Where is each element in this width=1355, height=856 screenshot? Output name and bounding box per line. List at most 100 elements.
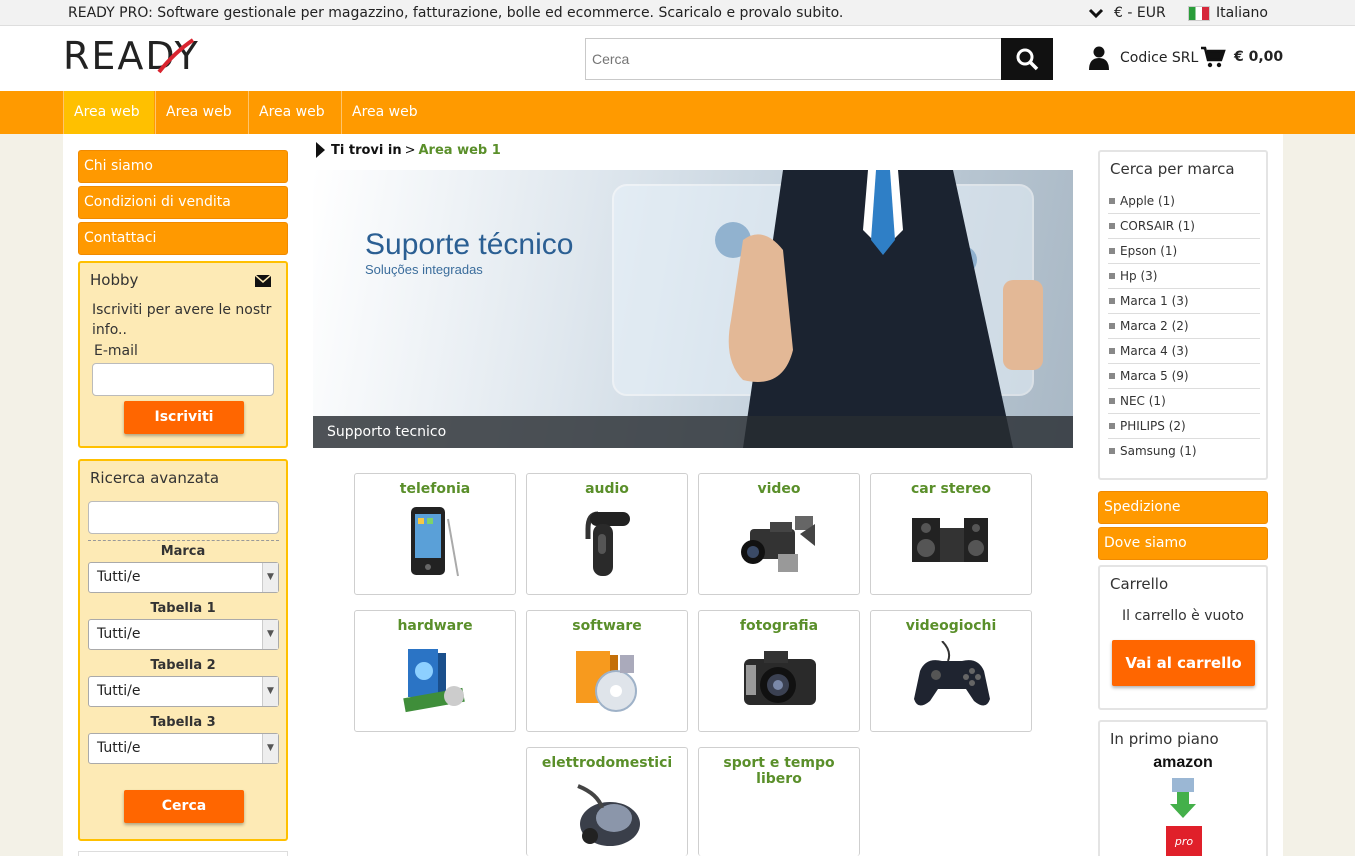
breadcrumb-current[interactable]: Area web 1 — [418, 143, 500, 158]
category-car-stereo[interactable]: car stereo — [870, 473, 1032, 595]
category-hardware[interactable]: hardware — [354, 610, 516, 732]
logo-swoosh-icon — [157, 38, 195, 74]
cart-icon — [1201, 46, 1226, 68]
logo[interactable]: READY — [63, 34, 200, 78]
category-label: elettrodomestici — [541, 755, 673, 771]
sidebar-link-contattaci[interactable]: Contattaci — [78, 222, 288, 255]
advanced-search-box: Ricerca avanzata Marca Tutti/e ▼ Tabella … — [78, 459, 288, 841]
category-video[interactable]: video — [698, 473, 860, 595]
cart-empty-text: Il carrello è vuoto — [1122, 608, 1244, 624]
category-telefonia[interactable]: telefonia — [354, 473, 516, 595]
brand-link[interactable]: Samsung (1) — [1108, 439, 1260, 464]
amazon-logo[interactable]: amazon — [1100, 754, 1266, 772]
brands-box: Cerca per marca Apple (1) CORSAIR (1) Ep… — [1098, 150, 1268, 480]
category-sport-tempo-libero[interactable]: sport e tempo libero — [698, 747, 860, 856]
sidebar-link-dove-siamo[interactable]: Dove siamo — [1098, 527, 1268, 560]
language-label: Italiano — [1216, 5, 1268, 21]
filter-value-marca: Tutti/e — [97, 569, 141, 585]
filter-select-tabella-3[interactable]: Tutti/e ▼ — [88, 733, 279, 764]
filter-select-marca[interactable]: Tutti/e ▼ — [88, 562, 279, 593]
brand-link[interactable]: Epson (1) — [1108, 239, 1260, 264]
tab-area-web-2[interactable]: Area web 2 — [155, 91, 247, 163]
chevron-down-icon: ▼ — [262, 677, 278, 706]
header-cart[interactable]: € 0,00 — [1200, 46, 1283, 68]
search-input[interactable] — [585, 38, 1002, 80]
email-input[interactable] — [92, 363, 274, 396]
brand-link[interactable]: NEC (1) — [1108, 389, 1260, 414]
brands-title: Cerca per marca — [1110, 160, 1235, 178]
advanced-search-title: Ricerca avanzata — [90, 469, 220, 487]
category-label: telefonia — [399, 481, 471, 497]
vacuum-cleaner-icon — [577, 784, 640, 846]
gamepad-icon — [914, 641, 990, 706]
sidebar-link-spedizione[interactable]: Spedizione — [1098, 491, 1268, 524]
chevron-down-icon — [1088, 8, 1104, 19]
breadcrumb: Ti trovi in > Area web 1 — [315, 142, 501, 158]
user-name: Codice SRL — [1120, 50, 1199, 66]
brand-link[interactable]: Hp (3) — [1108, 264, 1260, 289]
banner-caption: Supporto tecnico — [313, 416, 1073, 448]
filter-select-tabella-1[interactable]: Tutti/e ▼ — [88, 619, 279, 650]
banner-subline: Soluções integradas — [365, 262, 483, 277]
filter-value-tabella-3: Tutti/e — [97, 740, 141, 756]
top-bar: READY PRO: Software gestionale per magaz… — [0, 0, 1355, 26]
breadcrumb-separator: > — [404, 142, 416, 158]
filter-select-tabella-2[interactable]: Tutti/e ▼ — [88, 676, 279, 707]
category-label: software — [572, 618, 642, 634]
email-label: E-mail — [94, 343, 138, 359]
newsletter-text: Iscriviti per avere le nostr info.. — [92, 302, 272, 338]
category-label: car stereo — [910, 481, 992, 497]
banner-illustration — [612, 170, 1043, 448]
currency-selector[interactable]: € - EUR — [1088, 5, 1166, 21]
chevron-down-icon: ▼ — [262, 734, 278, 763]
newsletter-box: Hobby Iscriviti per avere le nostr info.… — [78, 261, 288, 448]
breadcrumb-prefix: Ti trovi in — [331, 142, 402, 158]
sidebar-link-condizioni[interactable]: Condizioni di vendita — [78, 186, 288, 219]
brand-link[interactable]: Apple (1) — [1108, 189, 1260, 214]
sidebar-link-chi-siamo[interactable]: Chi siamo — [78, 150, 288, 183]
category-label: videogiochi — [905, 618, 997, 634]
cart-box-title: Carrello — [1110, 575, 1169, 593]
smartphone-icon — [411, 507, 459, 577]
brand-link[interactable]: Marca 2 (2) — [1108, 314, 1260, 339]
category-audio[interactable]: audio — [526, 473, 688, 595]
brand-link[interactable]: Marca 5 (9) — [1108, 364, 1260, 389]
promo-text: READY PRO: Software gestionale per magaz… — [68, 5, 844, 21]
language-selector[interactable]: Italiano — [1188, 5, 1268, 21]
filter-value-tabella-1: Tutti/e — [97, 626, 141, 642]
filter-label-tabella-3: Tabella 3 — [150, 715, 216, 730]
hero-banner[interactable]: Suporte técnico Soluções integradas Supp… — [313, 170, 1073, 448]
brand-link[interactable]: PHILIPS (2) — [1108, 414, 1260, 439]
search-button[interactable] — [1001, 38, 1053, 80]
category-label: audio — [585, 481, 629, 497]
brand-link[interactable]: Marca 4 (3) — [1108, 339, 1260, 364]
advanced-search-input[interactable] — [88, 501, 279, 534]
main-nav: Area web 1 Area web 2 Area web 3 Area we… — [0, 91, 1355, 163]
subscribe-button[interactable]: Iscriviti — [124, 401, 244, 434]
user-account[interactable]: Codice SRL — [1088, 46, 1198, 70]
brand-link[interactable]: Marca 1 (3) — [1108, 289, 1260, 314]
headset-icon — [585, 511, 630, 576]
featured-box: In primo piano amazon pro — [1098, 720, 1268, 856]
envelope-icon — [255, 275, 271, 287]
hardware-box-icon — [403, 649, 465, 713]
play-arrow-icon — [316, 142, 325, 158]
go-to-cart-button[interactable]: Vai al carrello — [1112, 640, 1255, 686]
tab-area-web-1[interactable]: Area web 1 — [63, 91, 154, 163]
tab-area-web-3[interactable]: Area web 3 — [248, 91, 340, 163]
next-box-edge — [78, 851, 288, 856]
amazon-logo-text: amazon — [1153, 754, 1213, 771]
tab-area-web-4[interactable]: Area web 4 — [341, 91, 433, 163]
filter-label-marca: Marca — [160, 544, 206, 559]
category-fotografia[interactable]: fotografia — [698, 610, 860, 732]
chevron-down-icon: ▼ — [262, 620, 278, 649]
advanced-search-button[interactable]: Cerca — [124, 790, 244, 823]
category-videogiochi[interactable]: videogiochi — [870, 610, 1032, 732]
cart-total: € 0,00 — [1234, 49, 1284, 65]
banner-headline: Suporte técnico — [365, 228, 574, 261]
category-label: sport e tempo libero — [723, 755, 835, 787]
brand-link[interactable]: CORSAIR (1) — [1108, 214, 1260, 239]
pro-logo[interactable]: pro — [1166, 826, 1202, 856]
category-elettrodomestici[interactable]: elettrodomestici — [526, 747, 688, 856]
category-software[interactable]: software — [526, 610, 688, 732]
